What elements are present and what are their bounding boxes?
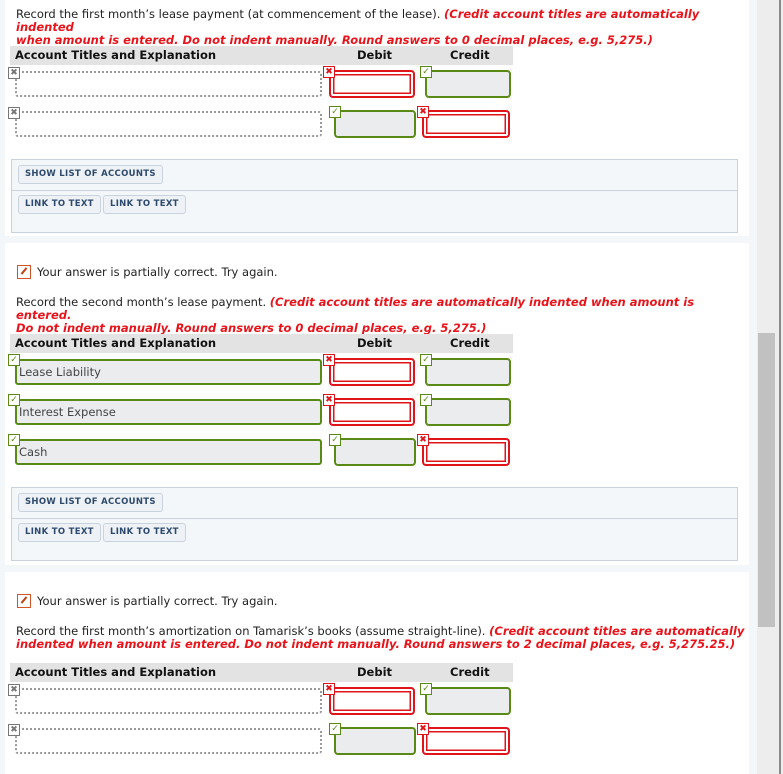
question-2-tools: SHOW LIST OF ACCOUNTS LINK TO TEXT LINK … xyxy=(11,487,738,561)
account-title-input[interactable]: Cash xyxy=(15,439,322,465)
question-card-3: Your answer is partially correct. Try ag… xyxy=(5,572,749,774)
question-2-prompt: Record the second month’s lease payment. xyxy=(16,295,267,309)
account-title-input[interactable] xyxy=(15,728,322,754)
debit-input[interactable] xyxy=(329,398,415,426)
incorrect-icon: ✖ xyxy=(323,66,335,78)
correct-icon: ✓ xyxy=(420,66,432,78)
debit-input[interactable] xyxy=(334,438,416,466)
credit-input[interactable] xyxy=(422,438,510,466)
journal-row: ✖ ✓ ✖ xyxy=(0,106,520,142)
show-list-of-accounts-button[interactable]: SHOW LIST OF ACCOUNTS xyxy=(18,493,163,512)
correct-icon: ✓ xyxy=(8,394,20,406)
tools-divider xyxy=(12,518,737,519)
column-header-debit: Debit xyxy=(357,336,393,350)
column-header-credit: Credit xyxy=(450,665,490,679)
incorrect-icon: ✖ xyxy=(323,394,335,406)
column-header-credit: Credit xyxy=(450,336,490,350)
question-card-2: Your answer is partially correct. Try ag… xyxy=(5,243,749,565)
incorrect-icon: ✖ xyxy=(417,434,429,446)
credit-input[interactable] xyxy=(422,727,510,755)
credit-input[interactable] xyxy=(422,110,510,138)
partially-correct-icon xyxy=(17,594,31,608)
debit-input[interactable] xyxy=(334,110,416,138)
link-to-text-button[interactable]: LINK TO TEXT xyxy=(103,523,186,542)
unanswered-icon: ✖ xyxy=(8,107,20,119)
credit-input[interactable] xyxy=(425,687,511,715)
correct-icon: ✓ xyxy=(420,354,432,366)
question-3-instructions: Record the first month’s amortization on… xyxy=(16,625,746,651)
question-1-tools: SHOW LIST OF ACCOUNTS LINK TO TEXT LINK … xyxy=(11,159,738,233)
window-edge xyxy=(779,0,781,774)
journal-row: ✖ ✓ ✖ xyxy=(0,723,520,759)
correct-icon: ✓ xyxy=(329,434,341,446)
journal-row: ✖ ✖ ✓ xyxy=(0,66,520,102)
question-1-instructions: Record the first month’s lease payment (… xyxy=(16,8,746,47)
correct-icon: ✓ xyxy=(420,683,432,695)
debit-input[interactable] xyxy=(334,727,416,755)
journal-row: ✓ Lease Liability ✖ ✓ xyxy=(0,354,520,390)
credit-input[interactable] xyxy=(425,358,511,386)
credit-input[interactable] xyxy=(425,70,511,98)
question-3-hint-2: indented when amount is entered. Do not … xyxy=(16,637,736,651)
credit-input[interactable] xyxy=(425,398,511,426)
column-header-credit: Credit xyxy=(450,48,490,62)
incorrect-icon: ✖ xyxy=(417,723,429,735)
vertical-scrollbar-thumb[interactable] xyxy=(758,333,775,627)
unanswered-icon: ✖ xyxy=(8,724,20,736)
incorrect-icon: ✖ xyxy=(323,683,335,695)
question-3-feedback: Your answer is partially correct. Try ag… xyxy=(17,594,278,608)
correct-icon: ✓ xyxy=(8,354,20,366)
debit-input[interactable] xyxy=(329,687,415,715)
feedback-text: Your answer is partially correct. Try ag… xyxy=(37,265,278,279)
column-header-account: Account Titles and Explanation xyxy=(15,48,217,62)
correct-icon: ✓ xyxy=(420,394,432,406)
debit-input[interactable] xyxy=(329,358,415,386)
incorrect-icon: ✖ xyxy=(323,354,335,366)
tools-divider xyxy=(12,190,737,191)
link-to-text-button[interactable]: LINK TO TEXT xyxy=(103,195,186,214)
debit-input[interactable] xyxy=(329,70,415,98)
account-title-input[interactable] xyxy=(15,688,322,714)
column-header-account: Account Titles and Explanation xyxy=(15,665,217,679)
incorrect-icon: ✖ xyxy=(417,106,429,118)
account-title-input[interactable] xyxy=(15,111,322,137)
link-to-text-button[interactable]: LINK TO TEXT xyxy=(18,523,101,542)
unanswered-icon: ✖ xyxy=(8,684,20,696)
account-title-input[interactable] xyxy=(15,71,322,97)
question-3-hint-1: (Credit account titles are automatically xyxy=(489,624,745,638)
question-3-prompt: Record the first month’s amortization on… xyxy=(16,624,486,638)
journal-row: ✓ Interest Expense ✖ ✓ xyxy=(0,394,520,430)
unanswered-icon: ✖ xyxy=(8,67,20,79)
account-title-input[interactable]: Interest Expense xyxy=(15,399,322,425)
journal-header: Account Titles and Explanation Debit Cre… xyxy=(10,663,513,682)
journal-row: ✖ ✖ ✓ xyxy=(0,683,520,719)
show-list-of-accounts-button[interactable]: SHOW LIST OF ACCOUNTS xyxy=(18,165,163,184)
column-header-account: Account Titles and Explanation xyxy=(15,336,217,350)
question-2-instructions: Record the second month’s lease payment.… xyxy=(16,296,746,335)
question-1-prompt: Record the first month’s lease payment (… xyxy=(16,7,441,21)
correct-icon: ✓ xyxy=(329,106,341,118)
link-to-text-button[interactable]: LINK TO TEXT xyxy=(18,195,101,214)
column-header-debit: Debit xyxy=(357,665,393,679)
partially-correct-icon xyxy=(17,265,31,279)
correct-icon: ✓ xyxy=(329,723,341,735)
journal-header: Account Titles and Explanation Debit Cre… xyxy=(10,334,513,353)
question-1-hint-2: when amount is entered. Do not indent ma… xyxy=(16,33,653,47)
column-header-debit: Debit xyxy=(357,48,393,62)
journal-header: Account Titles and Explanation Debit Cre… xyxy=(10,46,513,65)
feedback-text: Your answer is partially correct. Try ag… xyxy=(37,594,278,608)
page-viewport: Record the first month’s lease payment (… xyxy=(0,0,757,774)
journal-row: ✓ Cash ✓ ✖ xyxy=(0,434,520,470)
correct-icon: ✓ xyxy=(8,434,20,446)
question-2-feedback: Your answer is partially correct. Try ag… xyxy=(17,265,278,279)
account-title-input[interactable]: Lease Liability xyxy=(15,359,322,385)
question-2-hint-2: Do not indent manually. Round answers to… xyxy=(16,321,487,335)
question-card-1: Record the first month’s lease payment (… xyxy=(5,0,749,236)
